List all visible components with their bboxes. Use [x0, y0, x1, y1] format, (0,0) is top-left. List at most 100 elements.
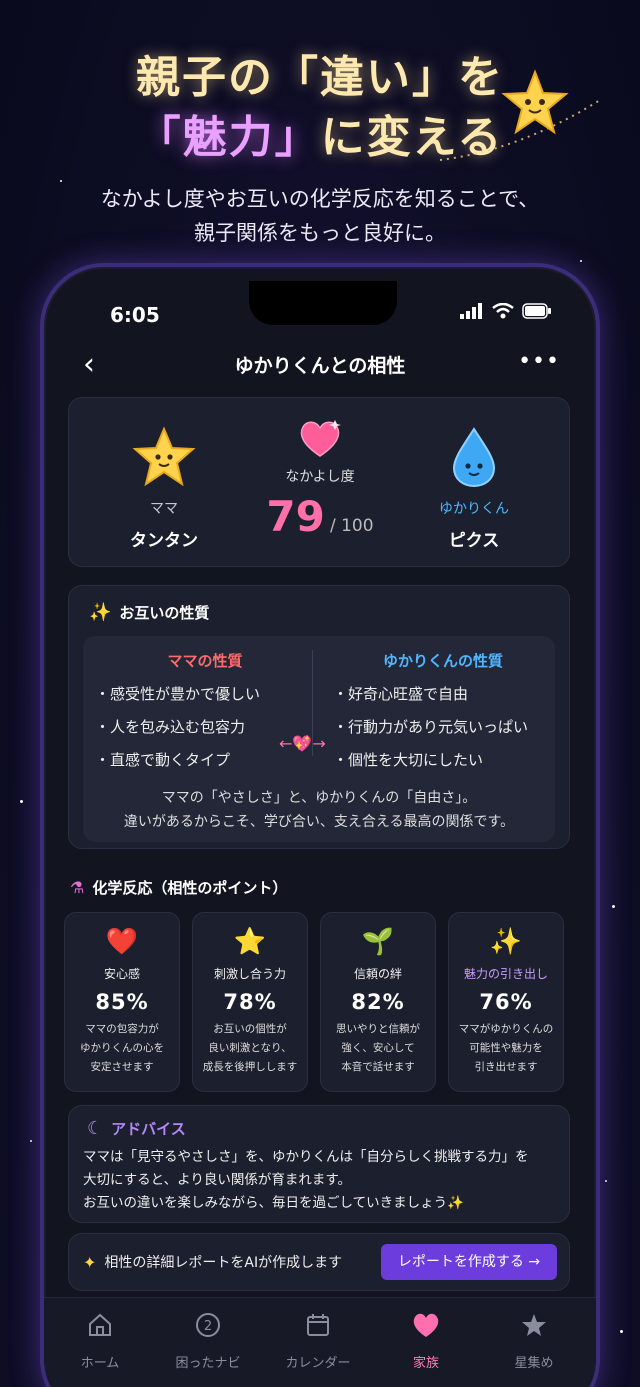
star-icon: ⭐: [233, 927, 267, 957]
yukari-trait-item: ・個性を大切にしたい: [333, 751, 484, 769]
tab-calendar[interactable]: カレンダー: [268, 1308, 368, 1371]
score-value: 79: [266, 492, 325, 541]
chemistry-percent: 82%: [351, 990, 405, 1014]
chemistry-desc: ママがゆかりくんの 可能性や魅力を 引き出せます: [449, 1020, 563, 1077]
yukari-traits: ゆかりくんの性質 ・好奇心旺盛で自由 ・行動力があり元気いっぱい ・個性を大切に…: [333, 650, 553, 770]
phone-frame: 6:05 ‹ ゆかりくんとの相性 ••• ママ タンタン なかよし度 79 / …: [40, 263, 600, 1387]
status-icons: [460, 303, 552, 319]
chemistry-label: 魅力の引き出し: [463, 967, 548, 981]
advice-line: お互いの違いを楽しみながら、毎日を過ごしていきましょう✨: [83, 1195, 464, 1211]
chemistry-card-stimulus[interactable]: ⭐ 刺激し合う力 78% お互いの個性が 良い刺激となり、 成長を後押しします: [192, 912, 308, 1092]
status-time: 6:05: [110, 303, 160, 327]
yukari-trait-item: ・好奇心旺盛で自由: [333, 685, 469, 703]
tab-help-navi[interactable]: 2 困ったナビ: [158, 1308, 258, 1371]
score-label: なかよし度: [285, 469, 355, 485]
tab-label: 家族: [412, 1356, 439, 1371]
page-title: ゆかりくんとの相性: [234, 355, 406, 377]
star-mascot-icon: [501, 69, 569, 135]
traits-title: お互いの性質: [119, 604, 210, 622]
chemistry-desc-line: ママの包容力が: [85, 1023, 159, 1035]
parent-profile: ママ タンタン: [99, 426, 229, 551]
child-role: ゆかりくん: [439, 501, 509, 517]
chemistry-desc-line: 本音で話せます: [341, 1061, 415, 1073]
tab-label: カレンダー: [285, 1356, 351, 1371]
chemistry-grid: ❤️ 安心感 85% ママの包容力が ゆかりくんの心を 安定させます ⭐ 刺激し…: [64, 912, 564, 1092]
chemistry-title: 化学反応（相性のポイント）: [92, 879, 288, 897]
child-name: ピクス: [448, 531, 500, 551]
tab-label: ホーム: [80, 1356, 120, 1371]
bottom-tab-bar: ホーム 2 困ったナビ カレンダー 家族 星集め: [44, 1297, 596, 1387]
tab-family[interactable]: 家族: [376, 1308, 476, 1371]
chemistry-percent: 76%: [479, 990, 533, 1014]
traits-summary-line1: ママの「やさしさ」と、ゆかりくんの「自由さ」。: [161, 790, 477, 806]
chemistry-desc-line: 成長を後押しします: [202, 1061, 298, 1073]
traits-comparison: ママの性質 ・感受性が豊かで優しい ・人を包み込む包容力 ・直感で動くタイプ ゆ…: [83, 636, 555, 842]
chemistry-desc: 思いやりと信頼が 強く、安心して 本音で話せます: [321, 1020, 435, 1077]
chemistry-desc-line: ゆかりくんの心を: [80, 1042, 164, 1054]
flask-icon: ⚗: [70, 878, 85, 897]
traits-summary-line2: 違いがあるからこそ、学び合い、支え合える最高の関係です。: [123, 814, 515, 830]
traits-summary: ママの「やさしさ」と、ゆかりくんの「自由さ」。 違いがあるからこそ、学び合い、支…: [83, 786, 555, 834]
chemistry-desc-line: 思いやりと信頼が: [336, 1023, 420, 1035]
traits-card: ✨ お互いの性質 ママの性質 ・感受性が豊かで優しい ・人を包み込む包容力 ・直…: [68, 585, 570, 849]
chemistry-label: 信頼の絆: [353, 967, 402, 981]
help-navi-icon: 2: [196, 1313, 220, 1337]
chemistry-desc-line: 良い刺激となり、: [208, 1042, 292, 1054]
compatibility-score-card: ママ タンタン なかよし度 79 / 100 ゆかりくん ピクス: [68, 397, 570, 567]
moon-icon: ☾: [87, 1118, 104, 1139]
advice-line: ママは「見守るやさしさ」を、ゆかりくんは「自分らしく挑戦する力」を: [83, 1149, 529, 1165]
chemistry-card-trust[interactable]: 🌱 信頼の絆 82% 思いやりと信頼が 強く、安心して 本音で話せます: [320, 912, 436, 1092]
heart-icon: ❤️: [105, 927, 139, 957]
chemistry-header: ⚗ 化学反応（相性のポイント）: [70, 877, 287, 898]
traits-header: ✨ お互いの性質: [89, 602, 209, 623]
advice-header: ☾ アドバイス: [87, 1118, 186, 1139]
chemistry-desc-line: お互いの個性が: [213, 1023, 287, 1035]
signal-icon: [460, 303, 482, 319]
nav-bar: ‹ ゆかりくんとの相性 •••: [44, 345, 596, 385]
home-icon: [89, 1313, 111, 1336]
magic-wand-icon: ✦: [83, 1252, 97, 1272]
wifi-icon: [492, 303, 514, 319]
more-options-button[interactable]: •••: [518, 349, 560, 374]
chemistry-desc-line: 可能性や魅力を: [469, 1042, 543, 1054]
mama-trait-item: ・感受性が豊かで優しい: [95, 685, 261, 703]
score-max: / 100: [329, 516, 374, 536]
chemistry-desc-line: ママがゆかりくんの: [458, 1023, 554, 1035]
sparkles-icon: ✨: [489, 927, 523, 957]
advice-title: アドバイス: [111, 1120, 186, 1138]
report-text: 相性の詳細レポートをAIが作成します: [104, 1255, 343, 1271]
chemistry-desc-line: 引き出せます: [474, 1061, 538, 1073]
chemistry-percent: 78%: [223, 990, 277, 1014]
chemistry-percent: 85%: [95, 990, 149, 1014]
chemistry-label: 刺激し合う力: [213, 967, 286, 981]
hero-subtitle-1: なかよし度やお互いの化学反応を知ることで、: [100, 187, 540, 211]
battery-icon: [522, 303, 551, 319]
tab-home[interactable]: ホーム: [50, 1308, 150, 1371]
chemistry-desc: お互いの個性が 良い刺激となり、 成長を後押しします: [193, 1020, 307, 1077]
tab-label: 困ったナビ: [175, 1356, 241, 1371]
chemistry-desc: ママの包容力が ゆかりくんの心を 安定させます: [65, 1020, 179, 1077]
chemistry-label: 安心感: [103, 967, 140, 981]
parent-role: ママ: [150, 501, 178, 517]
report-description: ✦ 相性の詳細レポートをAIが作成します: [83, 1252, 342, 1272]
create-report-button[interactable]: レポートを作成する →: [381, 1244, 557, 1280]
sparkles-icon: ✨: [89, 602, 112, 623]
child-profile: ゆかりくん ピクス: [409, 426, 539, 551]
advice-line: 大切にすると、より良い関係が育まれます。: [83, 1172, 351, 1188]
chemistry-card-safety[interactable]: ❤️ 安心感 85% ママの包容力が ゆかりくんの心を 安定させます: [64, 912, 180, 1092]
parent-name: タンタン: [130, 531, 198, 551]
tab-label: 星集め: [514, 1356, 554, 1371]
sprout-icon: 🌱: [361, 927, 395, 957]
report-card: ✦ 相性の詳細レポートをAIが作成します レポートを作成する →: [68, 1233, 570, 1291]
svg-text:2: 2: [204, 1319, 212, 1334]
score-value-row: 79 / 100: [235, 492, 405, 541]
star-character-icon: [132, 426, 196, 487]
hero-subtitle-2: 親子関係をもっと良好に。: [194, 221, 446, 245]
chemistry-desc-line: 安定させます: [90, 1061, 154, 1073]
yukari-trait-item: ・行動力があり元気いっぱい: [333, 718, 529, 736]
phone-notch: [249, 281, 397, 325]
chemistry-card-charm[interactable]: ✨ 魅力の引き出し 76% ママがゆかりくんの 可能性や魅力を 引き出せます: [448, 912, 564, 1092]
score-center: なかよし度 79 / 100: [235, 418, 405, 541]
tab-star-collect[interactable]: 星集め: [484, 1308, 584, 1371]
calendar-icon: [307, 1314, 329, 1336]
